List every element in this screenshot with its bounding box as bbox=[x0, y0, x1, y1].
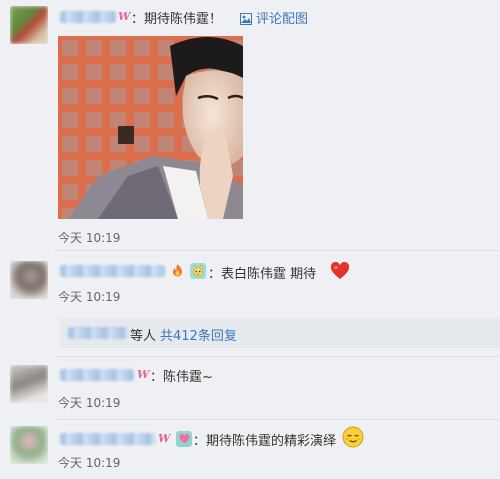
comment-text: ：陈伟霆~ bbox=[150, 370, 213, 385]
vip-badge: W bbox=[118, 10, 131, 23]
comment-item: W ：期待陈伟霆的精彩演绎 今天 10:19 bbox=[0, 420, 500, 479]
reply-username[interactable] bbox=[68, 327, 128, 339]
comment-image[interactable] bbox=[58, 36, 243, 219]
username[interactable] bbox=[60, 369, 134, 381]
username[interactable] bbox=[60, 433, 156, 445]
reply-summary[interactable]: 等人 共412条回复 bbox=[60, 318, 500, 348]
username[interactable] bbox=[60, 265, 165, 277]
comment-item: W ：期待陈伟霆！ 评论配图 今天 10:19 bbox=[0, 0, 500, 250]
vip-badge: W bbox=[158, 432, 171, 445]
vip-badge: W bbox=[137, 368, 150, 381]
fire-emoji-icon bbox=[170, 263, 185, 278]
comment-item: W ：陈伟霆~ 今天 10:19 bbox=[0, 357, 500, 419]
attach-image-link[interactable]: 评论配图 bbox=[256, 8, 308, 27]
relieved-face-icon bbox=[342, 426, 364, 448]
comment-time: 今天 10:19 bbox=[58, 231, 121, 245]
reply-count-link[interactable]: 共412条回复 bbox=[160, 325, 237, 344]
heart-icon bbox=[330, 261, 350, 284]
comment-text: ：期待陈伟霆的精彩演绎 bbox=[193, 434, 337, 449]
comment-time: 今天 10:19 bbox=[58, 456, 121, 470]
comment-time: 今天 10:19 bbox=[58, 290, 121, 304]
comment-time: 今天 10:19 bbox=[58, 396, 121, 410]
heart-badge-icon bbox=[176, 431, 192, 447]
comment-text: ：期待陈伟霆！ bbox=[131, 12, 223, 27]
username[interactable] bbox=[60, 11, 116, 23]
avatar[interactable] bbox=[10, 6, 48, 44]
avatar[interactable] bbox=[10, 365, 48, 403]
cat-emoji-icon bbox=[190, 263, 206, 279]
avatar[interactable] bbox=[10, 261, 48, 299]
avatar[interactable] bbox=[10, 426, 48, 464]
reply-who: 等人 bbox=[130, 329, 157, 344]
image-icon[interactable] bbox=[240, 10, 252, 29]
comment-text: ：表白陈伟霆 期待 bbox=[208, 267, 317, 282]
